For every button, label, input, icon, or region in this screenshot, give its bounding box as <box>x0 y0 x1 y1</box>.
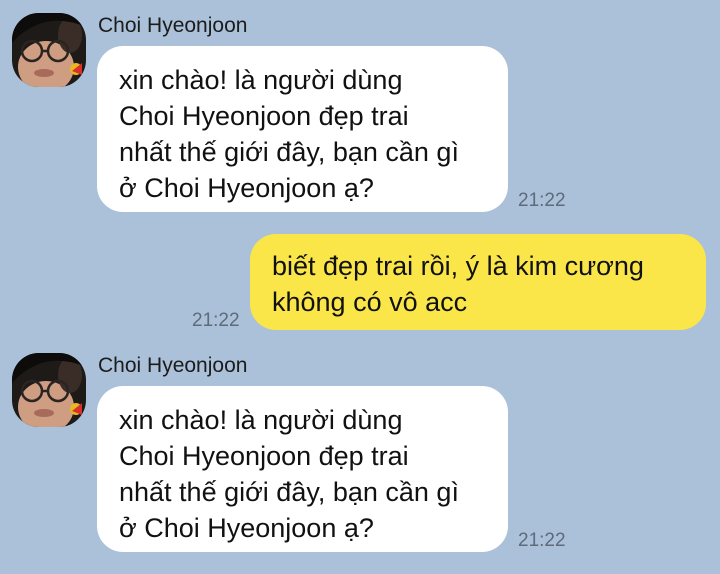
message-text-line: không có vô acc <box>272 287 468 317</box>
sender-name: Choi Hyeonjoon <box>98 354 248 377</box>
chat-area[interactable]: Choi Hyeonjoon xin chào! là người dùng C… <box>0 0 720 574</box>
message-text-line: biết đẹp trai rồi, ý là kim cương <box>272 251 644 281</box>
profile-photo-icon <box>12 13 86 87</box>
message-timestamp: 21:22 <box>518 190 566 211</box>
message-text-line: Choi Hyeonjoon đẹp trai <box>119 441 409 471</box>
message-timestamp: 21:22 <box>518 530 566 551</box>
incoming-message-bubble[interactable]: xin chào! là người dùng Choi Hyeonjoon đ… <box>97 46 508 212</box>
sender-name: Choi Hyeonjoon <box>98 14 248 37</box>
message-text-line: xin chào! là người dùng <box>119 65 403 95</box>
outgoing-message-bubble[interactable]: biết đẹp trai rồi, ý là kim cương không … <box>250 234 706 330</box>
message-text-line: nhất thế giới đây, bạn cần gì <box>119 137 459 167</box>
message-text-line: xin chào! là người dùng <box>119 405 403 435</box>
message-text-line: nhất thế giới đây, bạn cần gì <box>119 477 459 507</box>
sender-avatar[interactable] <box>12 353 86 427</box>
message-text-line: Choi Hyeonjoon đẹp trai <box>119 101 409 131</box>
incoming-message-bubble[interactable]: xin chào! là người dùng Choi Hyeonjoon đ… <box>97 386 508 552</box>
message-text-line: ở Choi Hyeonjoon ạ? <box>119 173 374 203</box>
sender-avatar[interactable] <box>12 13 86 87</box>
message-timestamp: 21:22 <box>192 310 240 331</box>
message-text-line: ở Choi Hyeonjoon ạ? <box>119 513 374 543</box>
profile-photo-icon <box>12 353 86 427</box>
